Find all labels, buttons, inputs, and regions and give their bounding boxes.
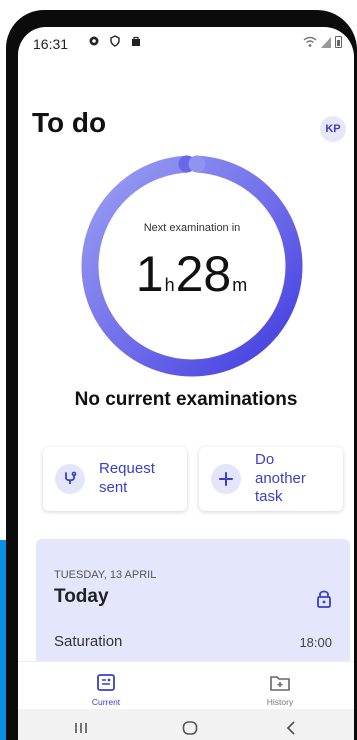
today-date: TUESDAY, 13 APRIL [54, 569, 157, 581]
shield-icon [110, 35, 120, 47]
status-bar: 16:31 [18, 27, 354, 61]
wifi-icon [303, 36, 317, 47]
timer-hours: 1 [135, 246, 164, 302]
status-time: 16:31 [33, 36, 69, 52]
recents-icon[interactable] [74, 721, 88, 735]
back-icon[interactable] [286, 721, 296, 735]
settings-icon [89, 36, 99, 46]
do-another-task-button[interactable]: Do another task [199, 447, 343, 511]
stethoscope-icon [55, 464, 85, 494]
do-another-task-label: Do another task [255, 450, 306, 506]
request-sent-label: Request sent [99, 460, 155, 496]
exam-row[interactable]: Saturation 18:00 [54, 633, 332, 650]
home-icon[interactable] [182, 721, 198, 735]
phone-screen: 16:31 To do KP Next examination in 1 h 2… [18, 27, 354, 740]
system-nav-bar [18, 709, 354, 740]
today-title: Today [54, 586, 109, 607]
timer-value: 1 h 28 m [80, 249, 304, 299]
status-right-icons [303, 36, 342, 48]
page-title: To do [32, 107, 107, 138]
timer-hours-unit: h [164, 275, 175, 295]
status-icons [88, 35, 142, 47]
plus-icon [211, 464, 241, 494]
timer-minutes-unit: m [232, 275, 248, 295]
bottom-nav: Current History [18, 661, 354, 709]
request-sent-button[interactable]: Request sent [43, 447, 187, 511]
nav-current-label: Current [91, 697, 121, 707]
exam-time: 18:00 [299, 635, 332, 650]
current-icon [97, 674, 115, 691]
nav-history-label: History [266, 697, 294, 707]
timer-minutes: 28 [175, 246, 232, 302]
bag-icon [132, 36, 140, 46]
timer-label: Next examination in [143, 222, 241, 234]
lock-icon [317, 590, 331, 608]
phone-frame: 16:31 To do KP Next examination in 1 h 2… [6, 10, 357, 740]
battery-icon [335, 36, 342, 48]
signal-icon [321, 37, 331, 48]
today-panel[interactable]: TUESDAY, 13 APRIL Today Saturation 18:00 [36, 539, 350, 679]
nav-history[interactable]: History [240, 674, 320, 707]
avatar[interactable]: KP [320, 116, 346, 142]
exam-name: Saturation [54, 633, 123, 650]
nav-current[interactable]: Current [66, 674, 146, 707]
history-icon [270, 676, 290, 691]
no-current-examinations: No current examinations [74, 389, 298, 410]
